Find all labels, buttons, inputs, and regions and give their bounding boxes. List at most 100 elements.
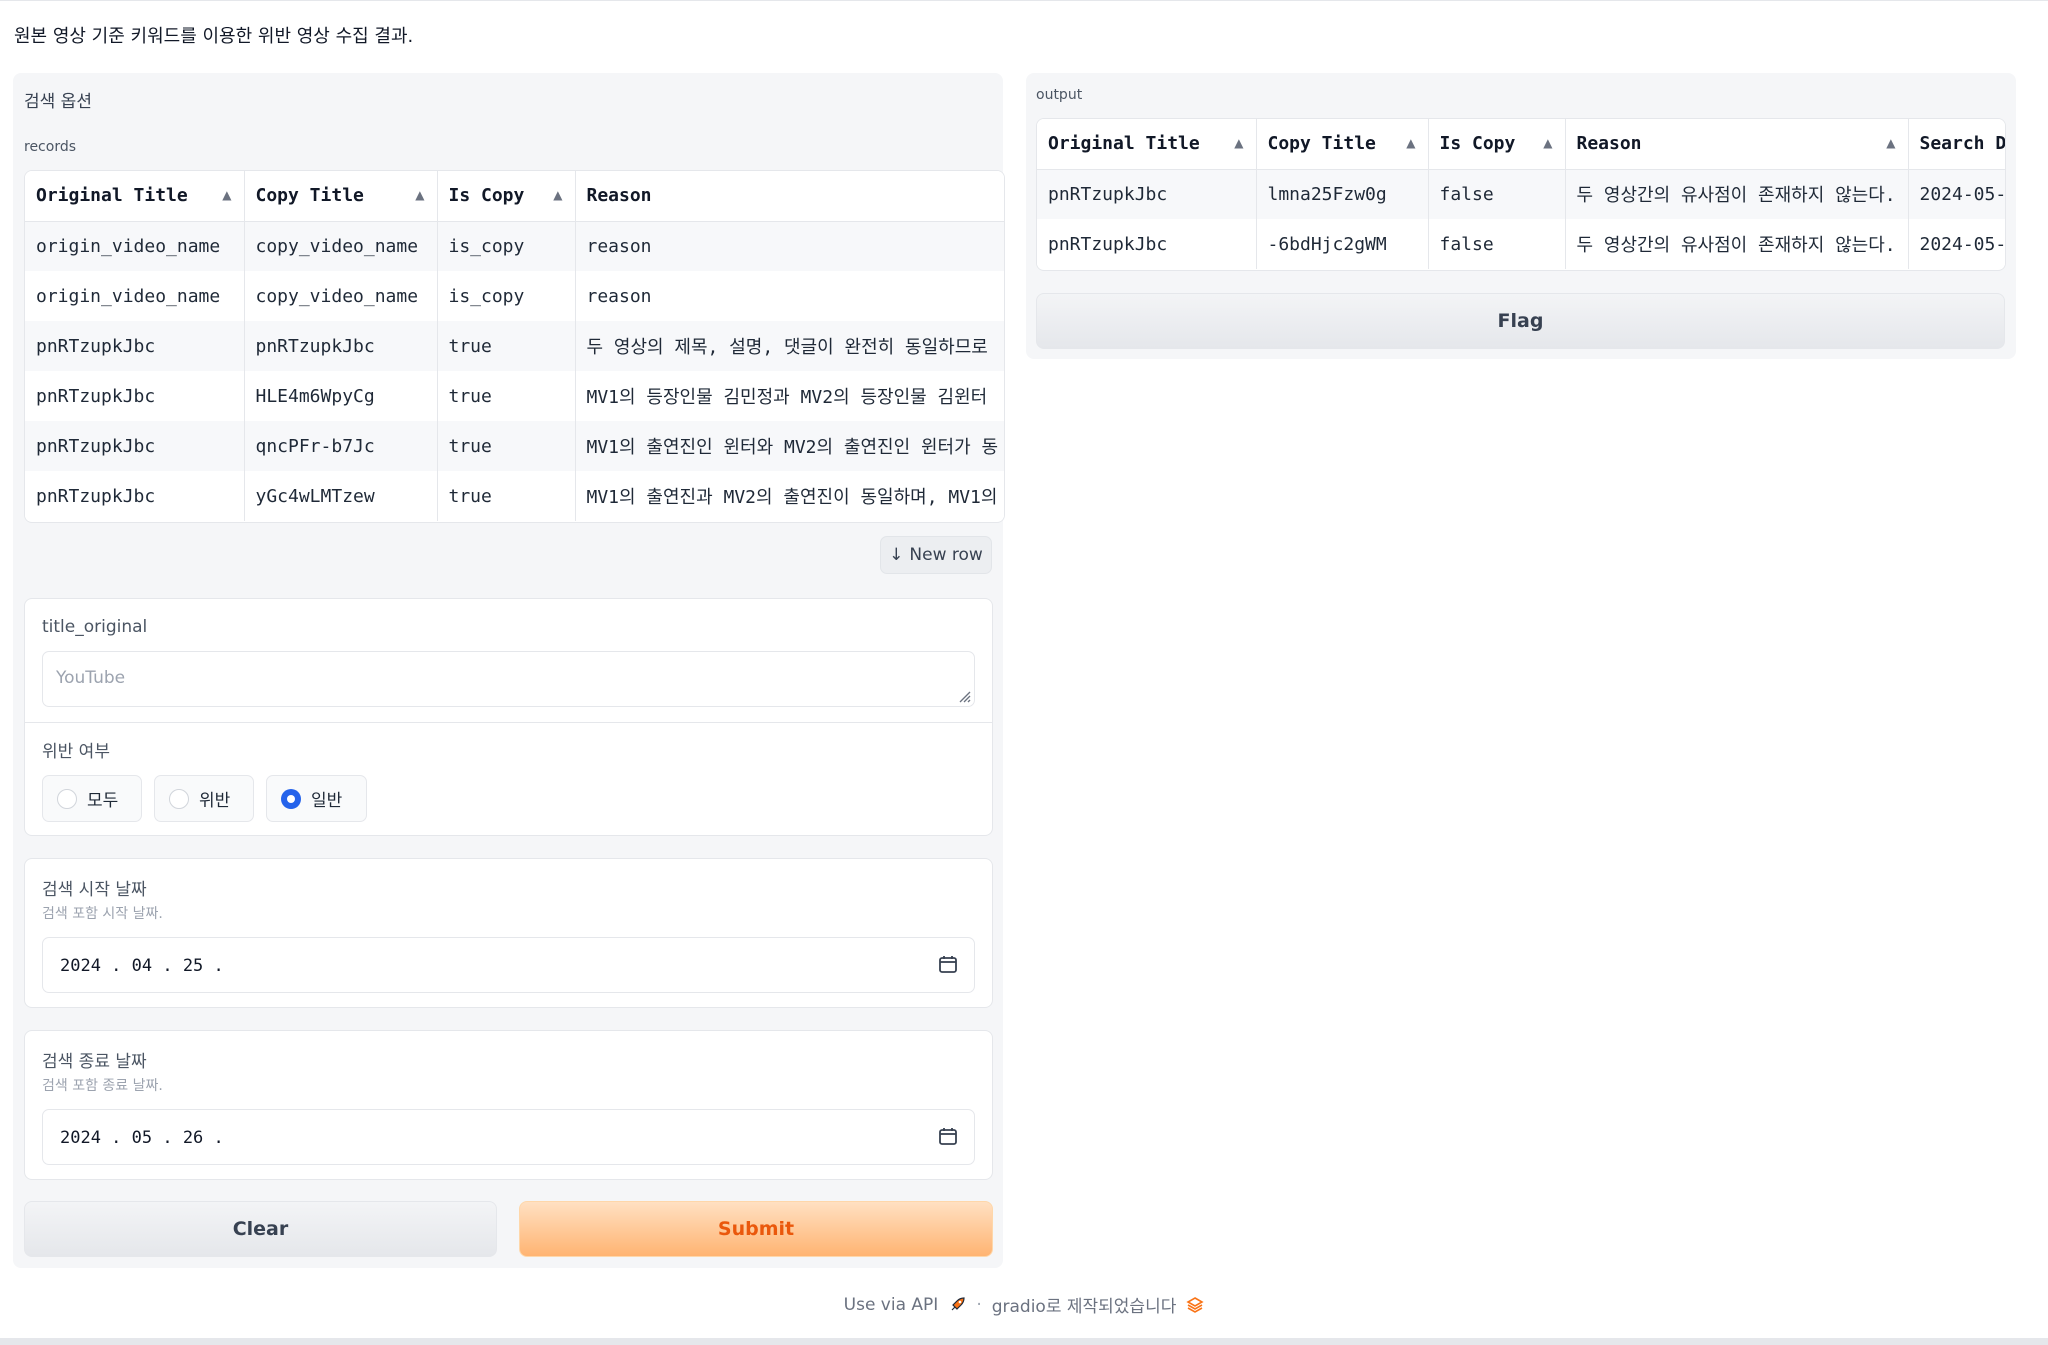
sort-arrow-icon[interactable]: ▲ [1234, 136, 1243, 150]
records-header-row: Original Title ▲ Copy Title ▲ Is Copy ▲ Rea… [25, 171, 1004, 222]
table-cell[interactable]: pnRTzupkJbc [25, 421, 245, 471]
title-original-placeholder: YouTube [56, 668, 126, 688]
page-description: 원본 영상 기준 키워드를 이용한 위반 영상 수집 결과. [14, 26, 414, 47]
sort-arrow-icon[interactable]: ▲ [1886, 136, 1895, 150]
output-header-is-copy[interactable]: Is Copy ▲ [1428, 119, 1566, 170]
table-cell[interactable]: lmna25Fzw0g [1256, 169, 1429, 219]
radio-circle-icon [57, 788, 77, 809]
resize-handle-icon[interactable] [957, 689, 971, 703]
sort-arrow-icon[interactable]: ▲ [553, 188, 562, 202]
table-cell[interactable]: pnRTzupkJbc [25, 321, 245, 371]
table-row: pnRTzupkJbc -6bdHjc2gWM false 두 영상간의 유사점… [1037, 219, 2005, 269]
table-cell[interactable]: true [437, 371, 576, 421]
table-cell[interactable]: 두 영상간의 유사점이 존재하지 않는다. [1565, 169, 1909, 219]
table-cell[interactable]: is_copy [437, 271, 576, 321]
records-header-is-copy[interactable]: Is Copy ▲ [437, 171, 576, 222]
end-date-card: 검색 종료 날짜 검색 포함 종료 날짜. 2024 . 05 . 26 . [24, 1030, 993, 1180]
table-row: origin_video_name copy_video_name is_cop… [25, 221, 1004, 271]
end-date-input[interactable]: 2024 . 05 . 26 . [42, 1109, 975, 1165]
sort-arrow-icon[interactable]: ▲ [415, 188, 424, 202]
start-date-value: 2024 . 04 . 25 . [60, 956, 224, 976]
table-cell[interactable]: copy_video_name [244, 221, 438, 271]
built-with-gradio-link[interactable]: gradio로 제작되었습니다 [992, 1292, 1177, 1317]
table-cell[interactable]: true [437, 471, 576, 521]
sort-arrow-icon[interactable]: ▲ [1543, 136, 1552, 150]
records-label: records [24, 139, 77, 155]
table-cell[interactable]: pnRTzupkJbc [244, 321, 438, 371]
output-header-search-date[interactable]: Search D [1908, 119, 2005, 170]
table-cell[interactable]: MV1의 등장인물 김민정과 MV2의 등장인물 김윈터 [575, 371, 1004, 421]
table-cell[interactable]: pnRTzupkJbc [25, 371, 245, 421]
table-row: pnRTzupkJbc lmna25Fzw0g false 두 영상간의 유사점… [1037, 169, 2005, 219]
table-cell[interactable]: origin_video_name [25, 221, 245, 271]
use-via-api-link[interactable]: Use via API [844, 1295, 939, 1315]
table-cell[interactable]: 두 영상간의 유사점이 존재하지 않는다. [1565, 219, 1909, 269]
sort-arrow-icon[interactable]: ▲ [222, 188, 231, 202]
table-cell[interactable]: 2024-05- [1908, 219, 2005, 269]
submit-button[interactable]: Submit [519, 1201, 993, 1257]
radio-option-violation[interactable]: 위반 [154, 775, 254, 822]
table-cell[interactable]: MV1의 출연진과 MV2의 출연진이 동일하며, MV1의 [575, 471, 1004, 521]
flag-button[interactable]: Flag [1036, 293, 2005, 349]
divider [25, 722, 992, 723]
rocket-icon [951, 1296, 965, 1310]
table-cell[interactable]: 2024-05- [1908, 169, 2005, 219]
radio-option-all[interactable]: 모두 [42, 775, 142, 822]
table-cell[interactable]: yGc4wLMTzew [244, 471, 438, 521]
table-cell[interactable]: -6bdHjc2gWM [1256, 219, 1429, 269]
start-date-input[interactable]: 2024 . 04 . 25 . [42, 937, 975, 993]
output-header-copy-title[interactable]: Copy Title ▲ [1256, 119, 1429, 170]
output-table[interactable]: Original Title ▲ Copy Title ▲ Is Copy ▲ Rea… [1036, 118, 2006, 271]
output-header-original-title[interactable]: Original Title ▲ [1037, 119, 1257, 170]
footer: Use via API · gradio로 제작되었습니다 [0, 1292, 2048, 1317]
start-date-card: 검색 시작 날짜 검색 포함 시작 날짜. 2024 . 04 . 25 . [24, 858, 993, 1008]
bottom-bar [0, 1338, 2048, 1345]
table-cell[interactable]: copy_video_name [244, 271, 438, 321]
table-cell[interactable]: MV1의 출연진인 윈터와 MV2의 출연진인 윈터가 동 [575, 421, 1004, 471]
records-table[interactable]: Original Title ▲ Copy Title ▲ Is Copy ▲ Rea… [24, 170, 1005, 523]
table-cell[interactable]: pnRTzupkJbc [1037, 219, 1257, 269]
table-cell[interactable]: reason [575, 221, 1004, 271]
title-original-input[interactable]: YouTube [42, 651, 975, 707]
clear-button[interactable]: Clear [24, 1201, 497, 1257]
top-border [0, 0, 2048, 1]
table-row: pnRTzupkJbc qncPFr-b7Jc true MV1의 출연진인 윈… [25, 421, 1004, 471]
section-title: 검색 옵션 [24, 92, 92, 112]
gradio-logo-icon [1186, 1296, 1204, 1313]
footer-separator: · [976, 1294, 982, 1315]
radio-circle-icon [169, 788, 189, 809]
calendar-icon[interactable] [938, 1126, 958, 1146]
table-cell[interactable]: 두 영상의 제목, 설명, 댓글이 완전히 동일하므로 [575, 321, 1004, 371]
radio-option-label: 모두 [87, 791, 119, 811]
table-cell[interactable]: true [437, 321, 576, 371]
new-row-label: New row [909, 545, 983, 565]
start-date-info: 검색 포함 시작 날짜. [42, 906, 163, 922]
calendar-icon[interactable] [938, 954, 958, 974]
records-header-reason[interactable]: Reason [575, 171, 1004, 222]
table-cell[interactable]: pnRTzupkJbc [1037, 169, 1257, 219]
records-header-original-title[interactable]: Original Title ▲ [25, 171, 245, 222]
sort-arrow-icon[interactable]: ▲ [1406, 136, 1415, 150]
table-cell[interactable]: origin_video_name [25, 271, 245, 321]
arrow-down-icon: ↓ [889, 545, 904, 565]
violation-label: 위반 여부 [42, 742, 110, 762]
table-cell[interactable]: false [1428, 169, 1566, 219]
table-cell[interactable]: pnRTzupkJbc [25, 471, 245, 521]
output-header-row: Original Title ▲ Copy Title ▲ Is Copy ▲ Rea… [1037, 119, 2005, 170]
table-cell[interactable]: false [1428, 219, 1566, 269]
new-row-button[interactable]: ↓ New row [880, 536, 992, 574]
title-original-label: title_original [42, 617, 148, 637]
table-cell[interactable]: reason [575, 271, 1004, 321]
table-row: pnRTzupkJbc HLE4m6WpyCg true MV1의 등장인물 김… [25, 371, 1004, 421]
table-cell[interactable]: HLE4m6WpyCg [244, 371, 438, 421]
output-header-reason[interactable]: Reason ▲ [1565, 119, 1909, 170]
table-row: pnRTzupkJbc yGc4wLMTzew true MV1의 출연진과 M… [25, 471, 1004, 521]
start-date-label: 검색 시작 날짜 [42, 880, 147, 900]
table-cell[interactable]: true [437, 421, 576, 471]
radio-option-label: 위반 [199, 791, 231, 811]
records-header-copy-title[interactable]: Copy Title ▲ [244, 171, 438, 222]
radio-option-normal[interactable]: 일반 [266, 775, 367, 822]
end-date-label: 검색 종료 날짜 [42, 1052, 147, 1072]
table-cell[interactable]: qncPFr-b7Jc [244, 421, 438, 471]
table-cell[interactable]: is_copy [437, 221, 576, 271]
